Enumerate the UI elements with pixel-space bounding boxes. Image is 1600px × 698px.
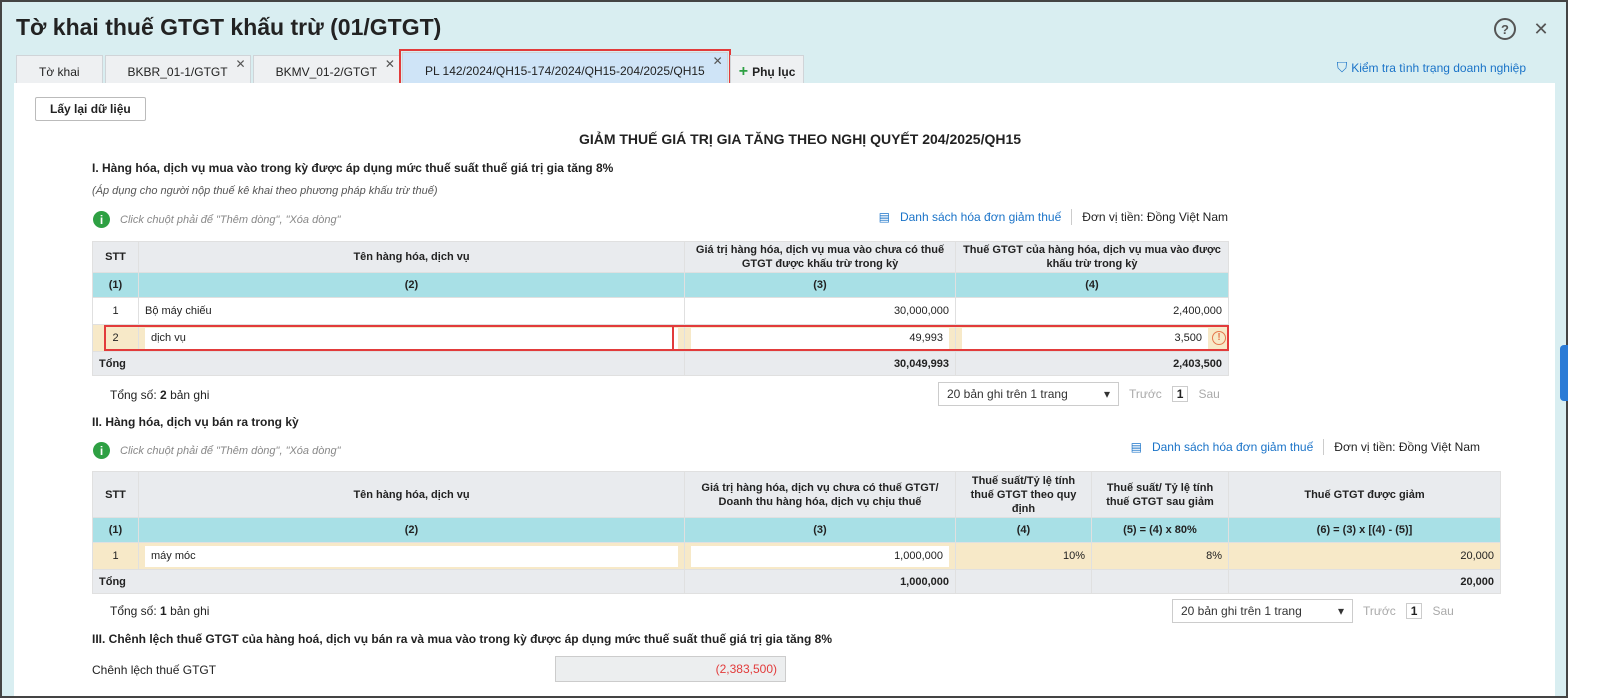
col-number: (5) = (4) x 80% (1091, 517, 1229, 543)
prev-page-button[interactable]: Trước (1363, 604, 1396, 618)
cell-reduced-tax: 20,000 (1228, 542, 1501, 570)
total-label: Tổng (92, 351, 685, 376)
total-value: 1,000,000 (684, 569, 956, 594)
table-row: 1 Bộ máy chiếu 30,000,000 2,400,000 (92, 297, 1229, 325)
dropdown-arrow-icon: ▾ (1337, 604, 1344, 618)
invoice-list-link[interactable]: Danh sách hóa đơn giảm thuế (1152, 440, 1313, 454)
divider (1071, 209, 1073, 225)
cell-rate: 10% (955, 542, 1092, 570)
section2-links: ▤ Danh sách hóa đơn giảm thuế Đơn vị tiền:… (1131, 439, 1480, 455)
currency-label: Đơn vị tiền: Đồng Việt Nam (1334, 440, 1480, 454)
section3-title: III. Chênh lệch thuế GTGT của hàng hoá, … (92, 632, 833, 646)
main-title: GIẢM THUẾ GIÁ TRỊ GIA TĂNG THEO NGHỊ QUY… (578, 131, 1022, 147)
prev-page-button[interactable]: Trước (1129, 387, 1162, 401)
hint-text: Click chuột phải để "Thêm dòng", "Xóa dò… (120, 213, 341, 226)
col-header: Thuế GTGT của hàng hóa, dịch vụ mua vào … (955, 241, 1229, 273)
side-panel-handle[interactable] (1560, 345, 1568, 401)
total-tax: 2,403,500 (955, 351, 1229, 376)
tab-label: PL 142/2024/QH15-174/2024/QH15-204/2025/… (424, 63, 705, 78)
col-number: (2) (138, 517, 685, 543)
sales-table: STT Tên hàng hóa, dịch vụ Giá trị hàng hóa… (92, 471, 1501, 594)
cell-tax: 2,400,000 (955, 297, 1229, 325)
divider (1323, 439, 1325, 455)
tab-label: BKBR_01-1/GTGT (127, 65, 228, 79)
currency-label: Đơn vị tiền: Đồng Việt Nam (1082, 210, 1228, 224)
pager: 20 bản ghi trên 1 trang ▾ Trước 1 Sau (938, 382, 1220, 406)
info-icon: i (93, 442, 110, 459)
invoice-list-link[interactable]: Danh sách hóa đơn giảm thuế (900, 210, 1061, 224)
add-tab-label: Phụ lục (752, 65, 796, 79)
current-page[interactable]: 1 (1171, 386, 1189, 402)
total-row: Tổng 30,049,993 2,403,500 (92, 351, 1229, 376)
col-number: (4) (955, 272, 1229, 298)
difference-value: (2,383,500) (555, 656, 786, 682)
total-row: Tổng 1,000,000 20,000 (92, 569, 1501, 594)
page-size-select[interactable]: 20 bản ghi trên 1 trang ▾ (938, 382, 1119, 406)
close-tab-icon[interactable]: ✕ (713, 54, 723, 68)
purchases-table: STT Tên hàng hóa, dịch vụ Giá trị hàng hóa… (92, 241, 1229, 376)
plus-icon: + (738, 63, 749, 80)
difference-label: Chênh lệch thuế GTGT (92, 663, 217, 677)
col-number: (4) (955, 517, 1092, 543)
help-icon[interactable]: ? (1494, 18, 1516, 40)
total-label: Tổng (92, 569, 685, 594)
section1-note: (Áp dụng cho người nộp thuế kê khai theo… (92, 185, 438, 197)
total-reduced-tax: 20,000 (1228, 569, 1501, 594)
info-icon: i (93, 211, 110, 228)
next-page-button[interactable]: Sau (1432, 604, 1453, 618)
col-number: (6) = (3) x [(4) - (5)] (1228, 517, 1501, 543)
cell-name: Bộ máy chiếu (138, 297, 685, 325)
section1-links: ▤ Danh sách hóa đơn giảm thuế Đơn vị tiền:… (879, 209, 1228, 225)
highlight-box (104, 325, 674, 351)
col-number: (1) (92, 272, 139, 298)
col-header: Thuế suất/ Tỷ lệ tính thuế GTGT sau giảm (1091, 471, 1229, 518)
col-header: STT (92, 471, 139, 518)
record-count: Tổng số: 2 bản ghi (110, 388, 210, 402)
col-number: (2) (138, 272, 685, 298)
pager: 20 bản ghi trên 1 trang ▾ Trước 1 Sau (1172, 599, 1454, 623)
close-tab-icon[interactable]: ✕ (385, 57, 395, 71)
col-header: Giá trị hàng hóa, dịch vụ chưa có thuế G… (684, 471, 956, 518)
hint: i Click chuột phải để "Thêm dòng", "Xóa d… (93, 442, 340, 459)
next-page-button[interactable]: Sau (1198, 387, 1219, 401)
hint: i Click chuột phải để "Thêm dòng", "Xóa d… (93, 211, 340, 228)
highlight-box (674, 325, 1229, 351)
dropdown-arrow-icon: ▾ (1103, 387, 1110, 401)
cell-stt: 1 (92, 297, 139, 325)
col-header: Thuế GTGT được giảm (1228, 471, 1501, 518)
shield-icon: ⛉ (1336, 59, 1348, 75)
document-icon: ▤ (1130, 440, 1142, 454)
value-input[interactable]: 1,000,000 (691, 545, 949, 567)
section1-title: I. Hàng hóa, dịch vụ mua vào trong kỳ đư… (92, 161, 614, 175)
cell-reduced-rate: 8% (1091, 542, 1229, 570)
name-input[interactable]: máy móc (145, 545, 678, 567)
window-title: Tờ khai thuế GTGT khấu trừ (01/GTGT) (16, 14, 442, 40)
col-header: Tên hàng hóa, dịch vụ (138, 241, 685, 273)
check-link-label: Kiểm tra tình trạng doanh nghiệp (1351, 60, 1526, 75)
reload-data-button[interactable]: Lấy lại dữ liệu (35, 97, 146, 121)
page-size-select[interactable]: 20 bản ghi trên 1 trang ▾ (1172, 599, 1353, 623)
close-tab-icon[interactable]: ✕ (236, 57, 246, 71)
col-number: (3) (684, 272, 956, 298)
document-icon: ▤ (878, 210, 890, 224)
total-value: 30,049,993 (684, 351, 956, 376)
col-header: Thuế suất/Tỷ lệ tính thuế GTGT theo quy … (955, 471, 1092, 518)
record-count: Tổng số: 1 bản ghi (110, 604, 210, 618)
table-row: 1 máy móc 1,000,000 10% 8% 20,000 (92, 542, 1501, 570)
check-business-status-link[interactable]: ⛉ Kiểm tra tình trạng doanh nghiệp (1337, 59, 1526, 76)
col-header: STT (92, 241, 139, 273)
hint-text: Click chuột phải để "Thêm dòng", "Xóa dò… (120, 444, 341, 457)
cell-value: 30,000,000 (684, 297, 956, 325)
close-icon[interactable]: ✕ (1530, 18, 1552, 40)
tab-label: Tờ khai (39, 65, 80, 79)
cell-stt: 1 (92, 542, 139, 570)
section2-title: II. Hàng hóa, dịch vụ bán ra trong kỳ (92, 415, 299, 429)
col-number: (3) (684, 517, 956, 543)
col-number: (1) (92, 517, 139, 543)
col-header: Giá trị hàng hóa, dịch vụ mua vào chưa c… (684, 241, 956, 273)
current-page[interactable]: 1 (1405, 603, 1423, 619)
col-header: Tên hàng hóa, dịch vụ (138, 471, 685, 518)
tab-label: BKMV_01-2/GTGT (275, 65, 377, 79)
